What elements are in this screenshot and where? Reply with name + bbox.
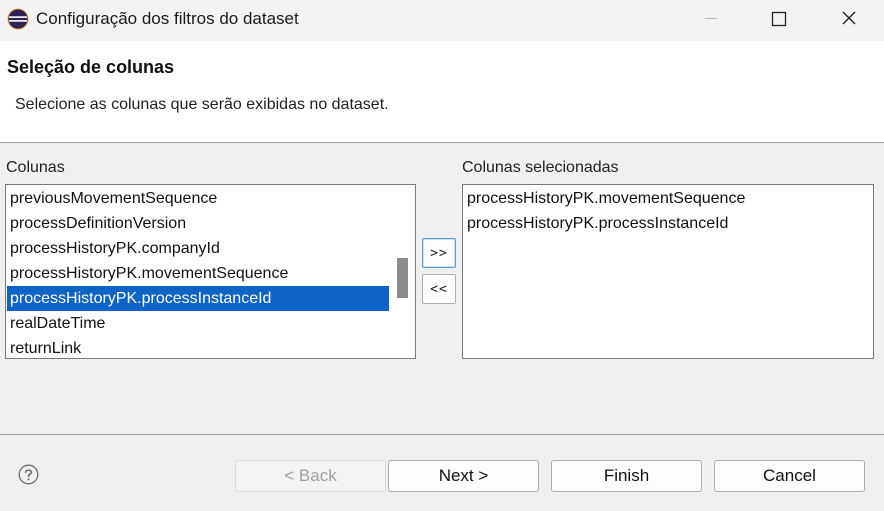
header-divider <box>0 142 884 143</box>
available-columns-label: Colunas <box>6 159 65 176</box>
close-icon[interactable] <box>826 0 872 41</box>
back-button[interactable]: < Back <box>235 460 386 492</box>
footer-divider <box>0 434 884 435</box>
vertical-scrollbar[interactable] <box>389 185 415 358</box>
next-button[interactable]: Next > <box>388 460 539 492</box>
title-bar: Configuração dos filtros do dataset <box>0 0 884 41</box>
eclipse-icon <box>7 8 29 30</box>
remove-column-button[interactable]: << <box>422 274 456 304</box>
add-column-button[interactable]: >> <box>422 238 456 268</box>
list-item-selected[interactable]: processHistoryPK.processInstanceId <box>7 286 389 311</box>
scrollbar-thumb[interactable] <box>397 258 408 298</box>
list-item[interactable]: processHistoryPK.processInstanceId <box>464 211 872 236</box>
help-icon[interactable] <box>18 464 39 485</box>
list-item[interactable]: processHistoryPK.movementSequence <box>7 261 389 286</box>
page-title: Seleção de colunas <box>7 57 175 77</box>
list-item[interactable]: previousMovementSequence <box>7 186 389 211</box>
maximize-icon[interactable] <box>756 0 802 41</box>
list-item[interactable]: returnLink <box>7 336 389 358</box>
wizard-header: Seleção de colunas Selecione as colunas … <box>0 41 884 142</box>
finish-button[interactable]: Finish <box>551 460 702 492</box>
window-title: Configuração dos filtros do dataset <box>36 9 299 28</box>
list-item[interactable]: realDateTime <box>7 311 389 336</box>
minimize-icon[interactable] <box>688 0 734 41</box>
list-item[interactable]: processHistoryPK.companyId <box>7 236 389 261</box>
selected-columns-list[interactable]: processHistoryPK.movementSequence proces… <box>462 184 874 359</box>
page-description: Selecione as colunas que serão exibidas … <box>15 96 389 113</box>
cancel-button[interactable]: Cancel <box>714 460 865 492</box>
selected-columns-label: Colunas selecionadas <box>462 159 619 176</box>
list-item[interactable]: processHistoryPK.movementSequence <box>464 186 872 211</box>
available-columns-list[interactable]: previousMovementSequence processDefiniti… <box>5 184 416 359</box>
list-item[interactable]: processDefinitionVersion <box>7 211 389 236</box>
